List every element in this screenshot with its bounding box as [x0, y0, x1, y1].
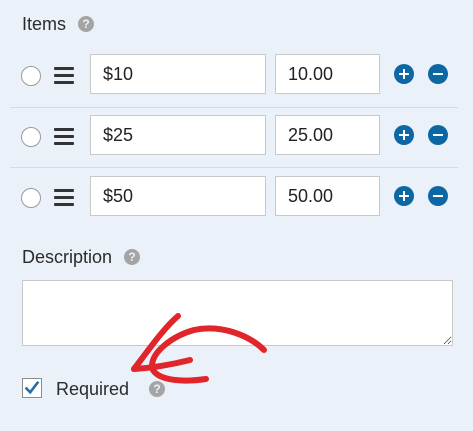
choice-row — [0, 113, 473, 165]
items-label-text: Items — [22, 14, 67, 34]
description-textarea[interactable] — [22, 280, 453, 346]
remove-choice-icon[interactable] — [428, 64, 448, 84]
choice-value-input[interactable] — [275, 115, 380, 155]
description-label-text: Description — [22, 247, 113, 267]
add-choice-icon[interactable] — [394, 186, 414, 206]
items-label: Items ? — [22, 13, 95, 35]
choice-value-input[interactable] — [275, 54, 380, 94]
row-divider — [10, 167, 458, 168]
remove-choice-icon[interactable] — [428, 186, 448, 206]
drag-handle-icon[interactable] — [54, 189, 74, 207]
choice-row — [0, 174, 473, 226]
add-choice-icon[interactable] — [394, 125, 414, 145]
add-choice-icon[interactable] — [394, 64, 414, 84]
drag-handle-icon[interactable] — [54, 128, 74, 146]
default-choice-radio[interactable] — [21, 66, 41, 86]
required-checkbox[interactable] — [22, 378, 42, 398]
question-circle-icon[interactable]: ? — [124, 249, 141, 265]
choice-label-input[interactable] — [90, 176, 266, 216]
choice-label-input[interactable] — [90, 54, 266, 94]
remove-choice-icon[interactable] — [428, 125, 448, 145]
checkmark-icon — [24, 380, 40, 395]
drag-handle-icon[interactable] — [54, 67, 74, 85]
row-divider — [10, 107, 458, 108]
question-circle-icon[interactable]: ? — [78, 16, 95, 32]
choice-row — [0, 52, 473, 104]
default-choice-radio[interactable] — [21, 188, 41, 208]
choice-value-input[interactable] — [275, 176, 380, 216]
required-label-text: Required — [56, 379, 130, 399]
description-label: Description ? — [22, 246, 141, 268]
required-label: Required ? — [56, 378, 166, 400]
default-choice-radio[interactable] — [21, 127, 41, 147]
choice-label-input[interactable] — [90, 115, 266, 155]
question-circle-icon[interactable]: ? — [149, 381, 166, 397]
